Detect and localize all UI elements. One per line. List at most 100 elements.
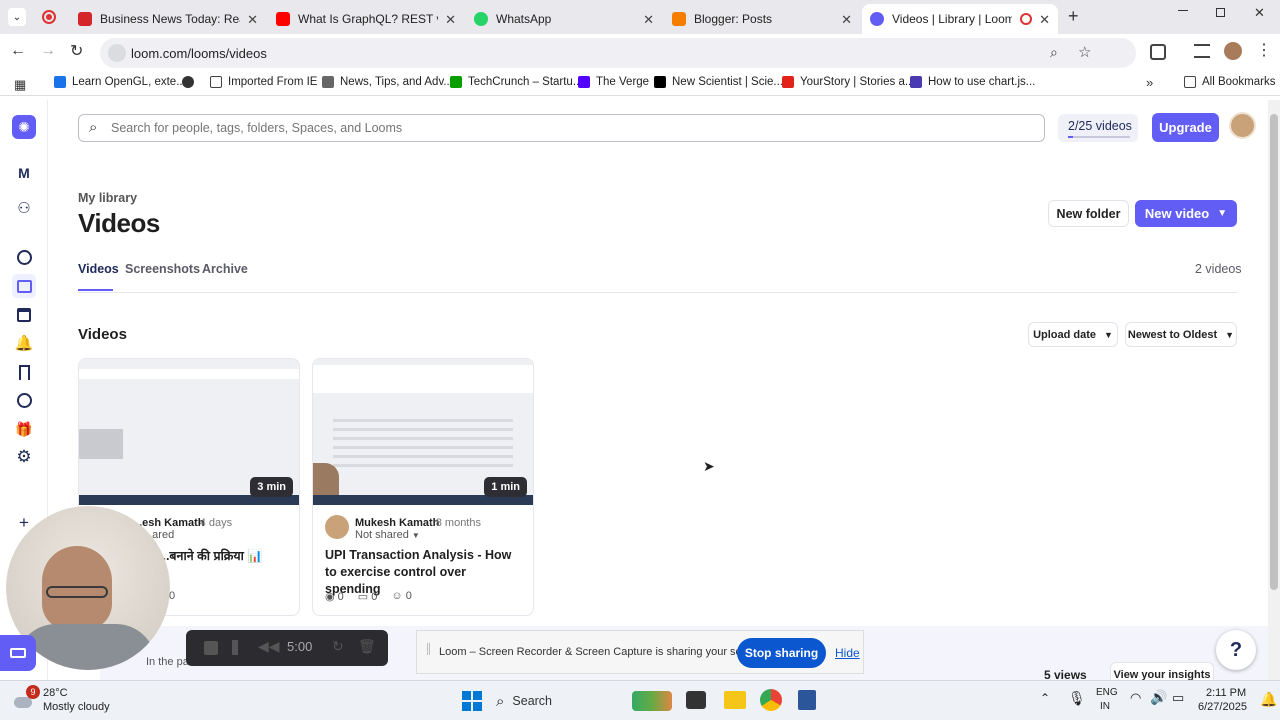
card-title[interactable]: ...बनाने की प्रक्रिया 📊: [159, 547, 263, 564]
more-bookmarks-icon[interactable]: »: [1146, 75, 1153, 90]
search-input[interactable]: [111, 119, 1011, 137]
sort-order-dropdown[interactable]: Newest to Oldest ▼: [1125, 322, 1237, 347]
bookmark-item[interactable]: TechCrunch – Startu...: [450, 76, 582, 88]
gift-icon[interactable]: 🎁: [12, 417, 36, 441]
maximize-icon[interactable]: [1216, 8, 1225, 17]
drag-handle-icon[interactable]: ║: [425, 644, 432, 655]
forward-arrow-icon[interactable]: →: [40, 42, 56, 60]
bell-icon[interactable]: 🔔: [12, 331, 36, 355]
loom-logo-icon[interactable]: ✺: [12, 115, 36, 139]
bookmark-item[interactable]: How to use chart.js...: [910, 76, 1035, 88]
hide-link[interactable]: Hide: [835, 646, 860, 660]
address-bar[interactable]: loom.com/looms/videos ⌕ ☆: [100, 38, 1136, 68]
new-folder-button[interactable]: New folder: [1048, 200, 1129, 227]
new-tab-icon[interactable]: +: [1068, 6, 1079, 27]
task-view-icon[interactable]: [686, 691, 706, 709]
tab-videos[interactable]: Videos: [78, 262, 119, 276]
site-info-icon[interactable]: [108, 44, 126, 62]
close-icon[interactable]: ✕: [841, 12, 852, 28]
tab-search-chevron-icon[interactable]: ⌄: [8, 8, 26, 26]
view-insights-button[interactable]: View your insights: [1110, 662, 1214, 680]
close-icon[interactable]: ✕: [247, 12, 258, 28]
bookmark-item[interactable]: News, Tips, and Adv...: [322, 76, 453, 88]
settings-gear-icon[interactable]: ⚙: [12, 445, 36, 469]
show-hidden-icons-icon[interactable]: ⌃: [1040, 691, 1050, 705]
page-scrollbar[interactable]: [1268, 100, 1280, 680]
volume-icon[interactable]: 🔊: [1150, 689, 1167, 706]
pause-icon[interactable]: [232, 640, 238, 655]
reload-icon[interactable]: ↻: [70, 41, 83, 61]
chrome-taskbar-icon[interactable]: [760, 689, 782, 711]
tab-whatsapp[interactable]: WhatsApp ✕: [466, 4, 662, 34]
bookmark-item[interactable]: YourStory | Stories a...: [782, 76, 914, 88]
tab-blogger[interactable]: Blogger: Posts ✕: [664, 4, 860, 34]
calendar-icon[interactable]: [12, 303, 36, 327]
wifi-icon[interactable]: ◠: [1130, 690, 1141, 706]
notepad-icon[interactable]: [798, 690, 816, 710]
region-code[interactable]: IN: [1100, 701, 1110, 712]
bookmark-icon[interactable]: [12, 360, 36, 384]
tab-archive[interactable]: Archive: [202, 262, 248, 276]
bookmark-item[interactable]: New Scientist | Scie...: [654, 76, 783, 88]
camera-toggle[interactable]: [0, 635, 36, 671]
bookmark-item[interactable]: [182, 76, 200, 88]
usage-meter[interactable]: 2/25 videos: [1058, 114, 1138, 142]
clock-icon[interactable]: [12, 388, 36, 412]
all-bookmarks-folder[interactable]: All Bookmarks: [1184, 76, 1276, 88]
card-author[interactable]: Mukesh Kamath: [355, 517, 439, 529]
close-icon[interactable]: ✕: [643, 12, 654, 28]
new-video-button[interactable]: New video ▼: [1135, 200, 1237, 227]
sort-field-dropdown[interactable]: Upload date ▼: [1028, 322, 1118, 347]
profile-avatar-icon[interactable]: [1224, 42, 1242, 60]
search-bar[interactable]: ⌕: [78, 114, 1045, 142]
rewind-icon[interactable]: ◀◀: [258, 638, 280, 655]
stop-sharing-button[interactable]: Stop sharing: [737, 638, 826, 668]
microphone-icon[interactable]: 🎙: [1068, 690, 1086, 707]
author-avatar[interactable]: [325, 515, 349, 539]
video-thumbnail[interactable]: 1 min: [313, 359, 533, 505]
search-highlight-icon[interactable]: [632, 691, 672, 711]
back-arrow-icon[interactable]: ←: [10, 42, 26, 60]
file-explorer-icon[interactable]: [724, 691, 746, 709]
tab-business-news[interactable]: Business News Today: Read Latest ✕: [70, 4, 266, 34]
media-control-icon[interactable]: [1194, 44, 1210, 58]
card-sharing[interactable]: Not shared ▼: [355, 529, 420, 541]
library-icon[interactable]: [12, 274, 36, 298]
stop-icon[interactable]: [204, 641, 218, 655]
notification-bell-icon[interactable]: 🔔: [1260, 691, 1277, 708]
weather-widget[interactable]: 9: [12, 685, 40, 711]
tab-loom-videos[interactable]: Videos | Library | Loom ✕: [862, 4, 1058, 34]
video-thumbnail[interactable]: 3 min: [79, 359, 299, 505]
bookmark-folder[interactable]: Imported From IE: [210, 76, 317, 88]
video-card[interactable]: 1 min Mukesh Kamath · 8 months Not share…: [312, 358, 534, 616]
close-icon[interactable]: ✕: [1039, 12, 1050, 28]
taskbar-search[interactable]: ⌕ Search: [496, 687, 626, 715]
user-avatar[interactable]: [1229, 112, 1256, 139]
language-code[interactable]: ENG: [1096, 687, 1118, 698]
tab-screenshots[interactable]: Screenshots: [125, 262, 200, 276]
close-icon[interactable]: ✕: [445, 12, 456, 28]
upgrade-button[interactable]: Upgrade: [1152, 113, 1219, 142]
bookmark-item[interactable]: The Verge: [578, 76, 649, 88]
scrollbar-thumb[interactable]: [1270, 114, 1278, 590]
help-button[interactable]: ?: [1216, 630, 1256, 670]
windows-start-icon[interactable]: [462, 691, 482, 711]
extensions-icon[interactable]: [1150, 44, 1166, 60]
search-page-icon[interactable]: ⌕: [1050, 44, 1058, 61]
workspace-avatar[interactable]: M: [12, 161, 36, 185]
tab-graphql[interactable]: What Is GraphQL? REST vs. GraphQL ✕: [268, 4, 464, 34]
breadcrumb[interactable]: My library: [78, 191, 137, 205]
apps-grid-icon[interactable]: ▦: [14, 77, 26, 93]
battery-icon[interactable]: ▭: [1172, 690, 1184, 706]
bookmark-star-icon[interactable]: ☆: [1078, 43, 1091, 61]
clock-date[interactable]: 6/27/2025: [1198, 701, 1247, 713]
clock-time[interactable]: 2:11 PM: [1206, 687, 1246, 699]
trash-icon[interactable]: 🗑: [358, 638, 376, 655]
invite-user-icon[interactable]: ⚇: [12, 196, 36, 220]
window-close-icon[interactable]: ✕: [1254, 5, 1265, 21]
profile-circle-icon[interactable]: [12, 245, 36, 269]
minimize-icon[interactable]: [1178, 10, 1188, 11]
chrome-menu-icon[interactable]: ⋮: [1256, 40, 1272, 60]
restart-icon[interactable]: ↻: [332, 638, 344, 655]
bookmark-item[interactable]: Learn OpenGL, exte...: [54, 76, 186, 88]
